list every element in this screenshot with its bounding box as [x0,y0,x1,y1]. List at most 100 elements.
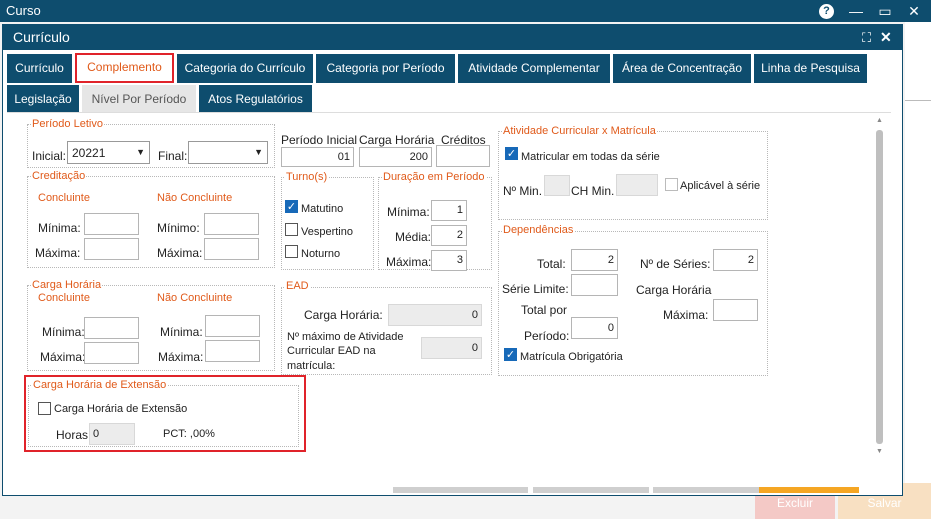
dialog-close-icon[interactable]: ✕ [880,29,892,46]
creditacao-minima-label: Mínima: [38,221,81,235]
ead-carga-input[interactable]: 0 [388,304,482,326]
final-select[interactable]: ▼ [188,141,268,164]
chmin-label: CH Min. [571,184,615,198]
matutino-label: Matutino [301,203,344,215]
creditacao-maxima-label: Máxima: [35,246,81,260]
duracao-maxima-input[interactable]: 3 [431,250,467,271]
carga-concluinte-minima-input[interactable] [84,317,139,339]
close-icon[interactable]: ✕ [905,2,923,20]
creditacao-nao-concluinte: Não Concluinte [156,192,234,204]
minimize-icon[interactable]: — [847,2,865,20]
tab-label: Currículo [15,61,64,75]
carga-nao-concluinte-minima-input[interactable] [205,315,260,337]
tab-atos-regulatorios[interactable]: Atos Regulatórios [199,85,312,114]
dep-carga-horaria-label: Carga Horária [636,283,712,297]
tab-complemento[interactable]: Complemento [75,53,174,83]
carga-maxima-label-2: Máxima: [158,350,204,364]
help-icon[interactable]: ? [819,4,834,19]
ead-max-label-2: Curricular EAD na [287,345,376,357]
chmin-input[interactable] [616,174,658,196]
aplicavel-label: Aplicável à série [680,180,761,192]
noturno-checkbox[interactable] [285,245,298,258]
periodo-inicial-input[interactable]: 01 [281,147,354,167]
scrollbar-thumb[interactable] [876,130,883,444]
carga-minima-label-2: Mínima: [160,325,203,339]
horas-input[interactable]: 0 [89,423,135,445]
serie-limite-input[interactable] [571,274,618,296]
aplicavel-checkbox[interactable] [665,178,678,191]
ead-max-label-3: matrícula: [287,360,336,372]
tab-label: Linha de Pesquisa [761,61,860,75]
creditacao-concluinte-maxima-input[interactable] [84,238,139,260]
tab-categoria-periodo[interactable]: Categoria por Período [316,54,455,83]
tab-categoria-curriculo[interactable]: Categoria do Currículo [177,54,313,83]
scrollbar-track[interactable] [875,127,884,445]
extensao-legend: Carga Horária de Extensão [32,379,168,391]
app-titlebar: Curso [0,0,931,22]
matricula-obrigatoria-checkbox[interactable]: ✓ [504,348,517,361]
creditacao-nao-concluinte-minimo-input[interactable] [204,213,259,235]
tab-label: Categoria do Currículo [184,61,306,75]
dependencias-total-input[interactable]: 2 [571,249,618,271]
save-button-label: Salvar [867,496,902,510]
delete-button-label: Excluir [776,496,813,510]
periodo-letivo-legend: Período Letivo [31,118,104,130]
background-panel [905,22,931,519]
tab-area-concentracao[interactable]: Área de Concentração [613,54,751,83]
matricular-checkbox[interactable]: ✓ [505,147,518,160]
scroll-up-icon[interactable]: ▲ [875,117,884,125]
scroll-down-icon[interactable]: ▼ [875,448,884,456]
carga-nao-concluinte-maxima-input[interactable] [205,340,260,362]
ead-max-label-1: Nº máximo de Atividade [287,331,404,343]
extensao-checkbox[interactable] [38,402,51,415]
carga-horaria-label: Carga Horária [359,133,435,147]
creditacao-nao-concluinte-maxima-input[interactable] [204,238,259,260]
duracao-minima-label: Mínima: [387,205,430,219]
dep-maxima-input[interactable] [713,299,758,321]
chevron-down-icon: ▼ [136,147,145,157]
extensao-checkbox-label: Carga Horária de Extensão [54,403,188,415]
pct-label: PCT: ,00% [163,428,215,440]
total-periodo-label-1: Total por [521,303,568,317]
creditacao-concluinte-minima-input[interactable] [84,213,139,235]
duracao-media-input[interactable]: 2 [431,225,467,246]
inicial-select[interactable]: 20221 ▼ [67,141,150,164]
carga-concluinte: Concluinte [37,292,91,304]
tab-curriculo[interactable]: Currículo [7,54,72,83]
creditacao-legend: Creditação [31,170,87,182]
vespertino-checkbox[interactable] [285,223,298,236]
tab-linha-pesquisa[interactable]: Linha de Pesquisa [754,54,867,83]
matricular-label: Matricular em todas da série [521,151,660,163]
creditacao-maxima-label-2: Máxima: [157,246,203,260]
creditos-input[interactable] [436,145,490,167]
nseries-input[interactable]: 2 [713,249,758,271]
nmin-input[interactable] [544,175,570,196]
duracao-maxima-label: Máxima: [386,255,432,269]
inicial-label: Inicial: [32,149,67,163]
carga-nao-concluinte: Não Concluinte [156,292,234,304]
carga-horaria-input[interactable]: 200 [359,147,432,167]
maximize-icon[interactable]: ▭ [876,2,894,20]
matutino-checkbox[interactable]: ✓ [285,200,298,213]
dialog-titlebar: Currículo ⛶ ✕ [2,24,903,50]
duracao-minima-input[interactable]: 1 [431,200,467,221]
tab-atividade-complementar[interactable]: Atividade Complementar [458,54,610,83]
dependencias-legend: Dependências [502,224,575,236]
tab-nivel-periodo[interactable]: Nível Por Período [82,85,196,114]
tab-label: Complemento [87,60,162,74]
chevron-down-icon: ▼ [254,147,263,157]
total-periodo-input[interactable]: 0 [571,317,618,339]
footer-bar [653,487,759,493]
carga-concluinte-maxima-input[interactable] [84,342,139,364]
periodo-inicial-label: Período Inicial [281,133,358,147]
ead-max-input[interactable]: 0 [421,337,482,359]
expand-icon[interactable]: ⛶ [862,30,871,46]
serie-limite-label: Série Limite: [502,282,569,296]
tab-label: Atos Regulatórios [208,92,303,106]
nmin-label: Nº Min. [503,184,543,198]
tab-label: Área de Concentração [621,61,743,75]
turnos-legend: Turno(s) [285,171,329,183]
app-title: Curso [6,3,41,18]
tab-legislacao[interactable]: Legislação [7,85,79,114]
total-periodo-label-2: Período: [524,329,570,343]
